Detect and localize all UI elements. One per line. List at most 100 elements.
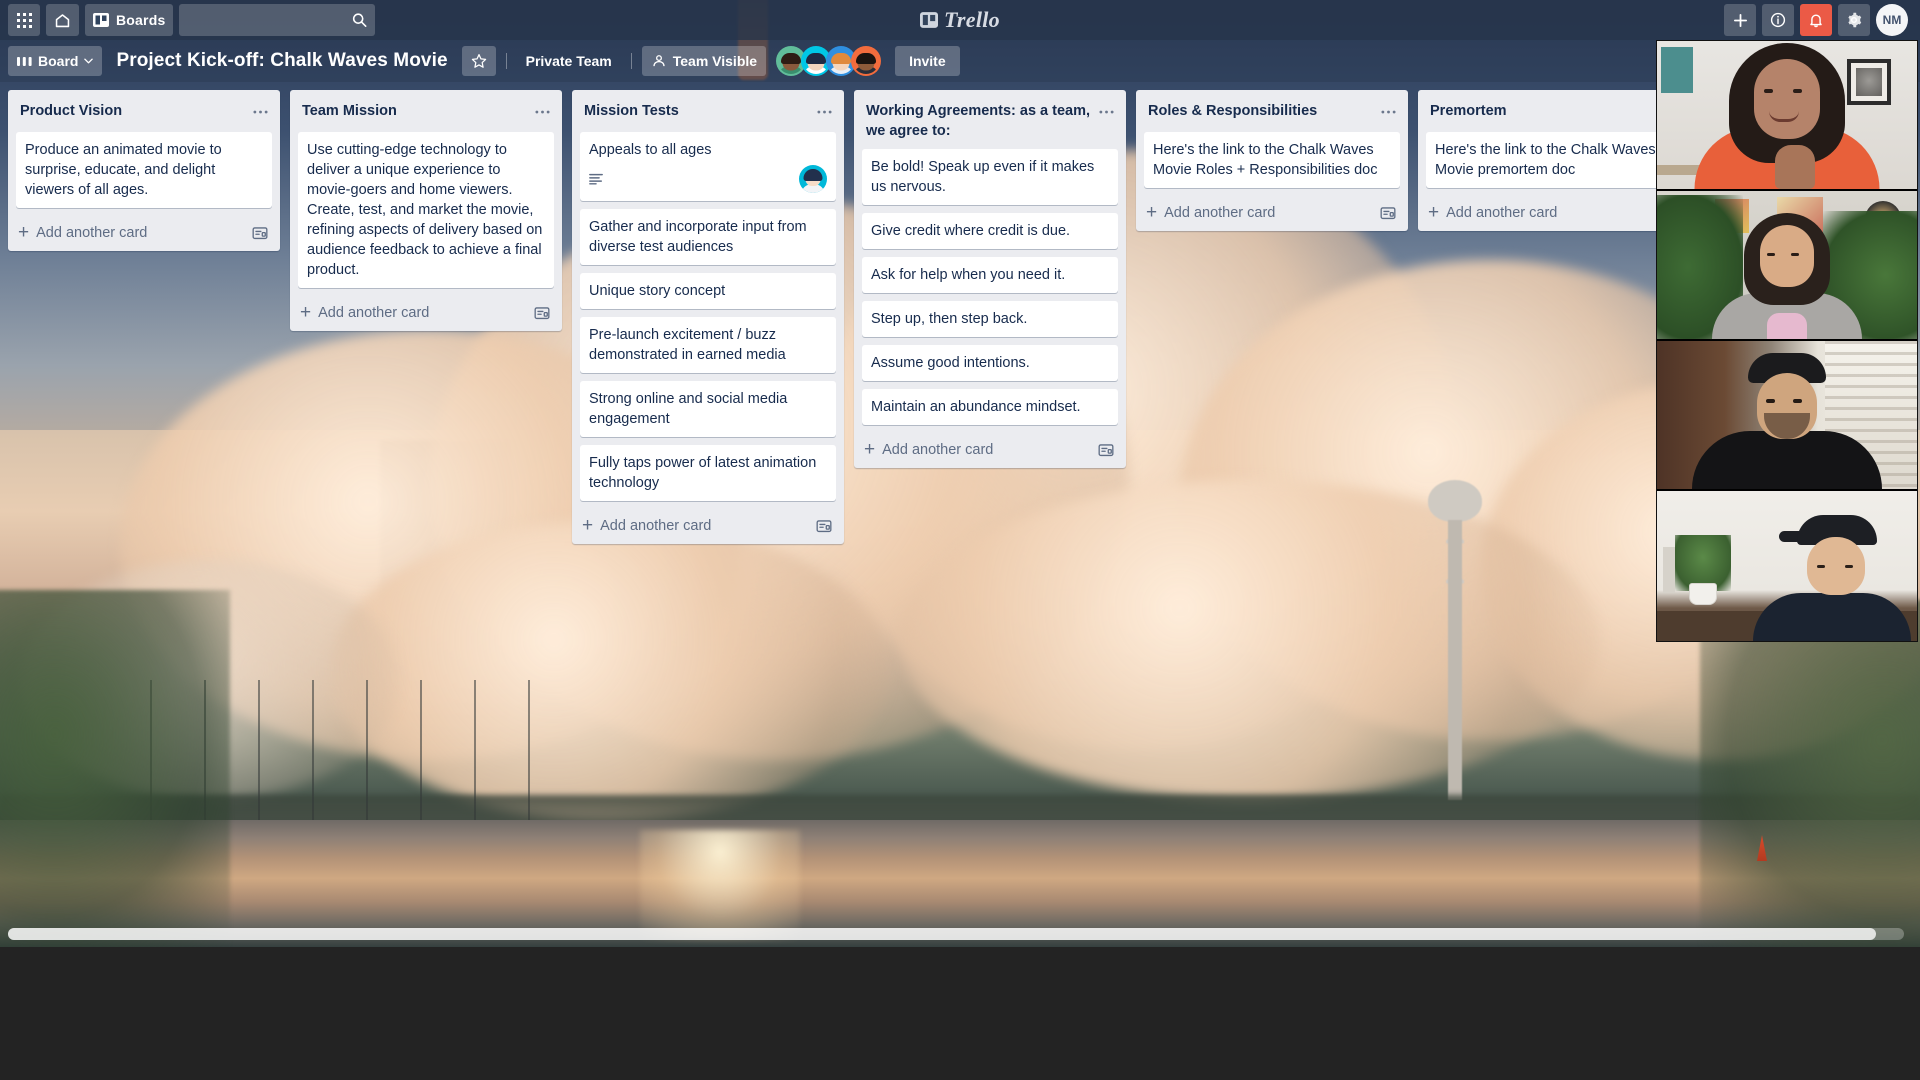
- board-list: Roles & Responsibilities Here's the link …: [1136, 90, 1408, 231]
- add-another-card-label: Add another card: [1446, 205, 1558, 221]
- card-title: Here's the link to the Chalk Waves Movie…: [1435, 142, 1656, 178]
- list-cards: Be bold! Speak up even if it makes us ne…: [854, 149, 1126, 433]
- video-tile-participant-2[interactable]: [1657, 191, 1917, 341]
- list-title[interactable]: Mission Tests: [584, 100, 808, 121]
- card-title: Unique story concept: [589, 283, 726, 299]
- card[interactable]: Ask for help when you need it.: [862, 257, 1118, 293]
- board-horizontal-scrollbar[interactable]: [8, 928, 1904, 940]
- desktop-background-bottom: [0, 947, 1920, 1080]
- team-name-button[interactable]: Private Team: [517, 46, 621, 76]
- add-another-card-button[interactable]: + Add another card: [572, 509, 844, 544]
- card-title: Give credit where credit is due.: [871, 223, 1071, 239]
- board-list: Premortem Here's the link to the Chalk Wa…: [1418, 90, 1690, 231]
- card[interactable]: Assume good intentions.: [862, 345, 1118, 381]
- home-icon[interactable]: [46, 4, 79, 36]
- plus-icon: +: [582, 515, 594, 536]
- card-badges: [589, 165, 827, 193]
- list-title[interactable]: Team Mission: [302, 100, 526, 121]
- list-cards: Use cutting-edge technology to deliver a…: [290, 132, 562, 296]
- card-member-avatar[interactable]: [799, 165, 827, 193]
- card-title: Ask for help when you need it.: [871, 267, 1066, 283]
- add-another-card-label: Add another card: [600, 518, 712, 534]
- boards-label: Boards: [116, 12, 166, 28]
- add-another-card-label: Add another card: [36, 225, 148, 241]
- card[interactable]: Appeals to all ages: [580, 132, 836, 201]
- bell-icon[interactable]: [1800, 4, 1832, 36]
- add-another-card-button[interactable]: + Add another card: [854, 433, 1126, 468]
- add-another-card-button[interactable]: + Add another card: [290, 296, 562, 331]
- invite-label: Invite: [909, 53, 946, 69]
- top-navigation-bar: Boards Trello NM: [0, 0, 1920, 40]
- list-title[interactable]: Premortem: [1430, 100, 1654, 121]
- boards-button[interactable]: Boards: [85, 4, 174, 36]
- list-title[interactable]: Working Agreements: as a team, we agree …: [866, 100, 1090, 141]
- video-tile-participant-4[interactable]: [1657, 491, 1917, 641]
- card[interactable]: Strong online and social media engagemen…: [580, 381, 836, 437]
- card[interactable]: Here's the link to the Chalk Waves Movie…: [1144, 132, 1400, 188]
- card[interactable]: Gather and incorporate input from divers…: [580, 209, 836, 265]
- card-template-icon[interactable]: [1380, 206, 1396, 220]
- card[interactable]: Fully taps power of latest animation tec…: [580, 445, 836, 501]
- card-title: Use cutting-edge technology to deliver a…: [307, 142, 543, 278]
- video-call-participants: [1656, 40, 1918, 642]
- list-title[interactable]: Product Vision: [20, 100, 244, 121]
- list-menu-icon[interactable]: [1376, 100, 1400, 124]
- list-menu-icon[interactable]: [812, 100, 836, 124]
- card[interactable]: Here's the link to the Chalk Waves Movie…: [1426, 132, 1682, 188]
- add-another-card-label: Add another card: [1164, 205, 1276, 221]
- card-template-icon[interactable]: [1098, 443, 1114, 457]
- card[interactable]: Step up, then step back.: [862, 301, 1118, 337]
- list-menu-icon[interactable]: [248, 100, 272, 124]
- card-title: Maintain an abundance mindset.: [871, 399, 1081, 415]
- scrollbar-thumb[interactable]: [8, 928, 1876, 940]
- card-title: Pre-launch excitement / buzz demonstrate…: [589, 327, 786, 363]
- gear-icon[interactable]: [1838, 4, 1870, 36]
- card[interactable]: Be bold! Speak up even if it makes us ne…: [862, 149, 1118, 205]
- card[interactable]: Maintain an abundance mindset.: [862, 389, 1118, 425]
- visibility-button[interactable]: Team Visible: [641, 46, 767, 76]
- add-another-card-button[interactable]: + Add another card: [1418, 196, 1690, 231]
- card-title: Here's the link to the Chalk Waves Movie…: [1153, 142, 1378, 178]
- invite-button[interactable]: Invite: [895, 46, 960, 76]
- trello-app-window: Boards Trello NM Board Project Kick-off:…: [0, 0, 1920, 1080]
- list-menu-icon[interactable]: [530, 100, 554, 124]
- list-title[interactable]: Roles & Responsibilities: [1148, 100, 1372, 121]
- plus-icon: +: [300, 302, 312, 323]
- board-view-button[interactable]: Board: [8, 46, 103, 76]
- add-another-card-button[interactable]: + Add another card: [8, 216, 280, 251]
- team-name-label: Private Team: [525, 53, 612, 69]
- card-template-icon[interactable]: [252, 226, 268, 240]
- video-tile-participant-1[interactable]: [1657, 41, 1917, 191]
- card-title: Appeals to all ages: [589, 142, 712, 158]
- card[interactable]: Pre-launch excitement / buzz demonstrate…: [580, 317, 836, 373]
- card-title: Strong online and social media engagemen…: [589, 391, 788, 427]
- add-another-card-button[interactable]: + Add another card: [1136, 196, 1408, 231]
- card-title: Fully taps power of latest animation tec…: [589, 455, 817, 491]
- card-title: Produce an animated movie to surprise, e…: [25, 142, 222, 198]
- board-list: Working Agreements: as a team, we agree …: [854, 90, 1126, 468]
- card-template-icon[interactable]: [534, 306, 550, 320]
- grid-apps-icon[interactable]: [8, 4, 40, 36]
- card[interactable]: Give credit where credit is due.: [862, 213, 1118, 249]
- card[interactable]: Use cutting-edge technology to deliver a…: [298, 132, 554, 288]
- card[interactable]: Unique story concept: [580, 273, 836, 309]
- search-container: [179, 4, 376, 36]
- list-menu-icon[interactable]: [1094, 100, 1118, 124]
- board-view-icon: [17, 56, 32, 67]
- search-input[interactable]: [179, 4, 376, 36]
- avatar[interactable]: NM: [1876, 4, 1908, 36]
- star-icon[interactable]: [461, 46, 496, 76]
- member-avatar-4[interactable]: [851, 46, 882, 76]
- info-circle-icon[interactable]: [1762, 4, 1794, 36]
- plus-icon[interactable]: [1724, 4, 1756, 36]
- card-template-icon[interactable]: [816, 519, 832, 533]
- video-tile-participant-3[interactable]: [1657, 341, 1917, 491]
- board-list: Mission Tests Appeals to all ages Gather a…: [572, 90, 844, 544]
- board-members: [776, 46, 882, 76]
- brand-name: Trello: [944, 7, 1000, 32]
- card-title: Gather and incorporate input from divers…: [589, 219, 807, 255]
- list-cards: Appeals to all ages Gather and incorporat…: [572, 132, 844, 509]
- divider: [630, 53, 632, 69]
- card[interactable]: Produce an animated movie to surprise, e…: [16, 132, 272, 208]
- list-cards: Produce an animated movie to surprise, e…: [8, 132, 280, 216]
